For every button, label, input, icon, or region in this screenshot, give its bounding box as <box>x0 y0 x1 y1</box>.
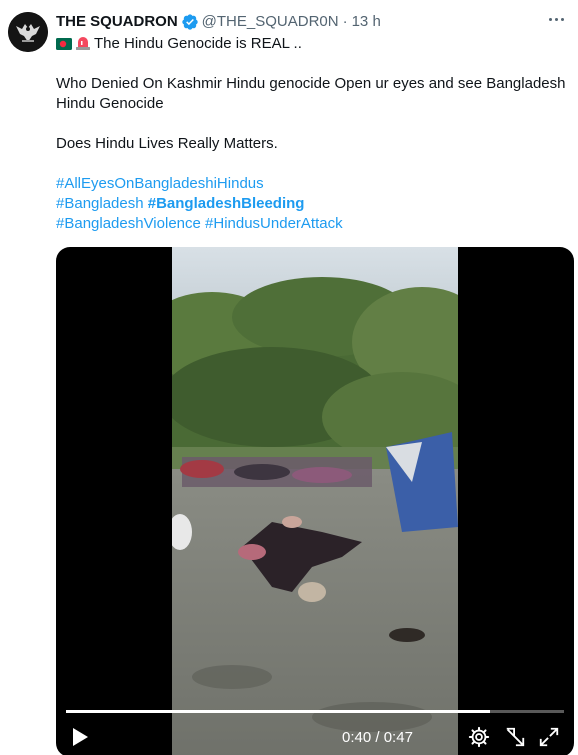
tweet-line-4: Hindu Genocide <box>56 95 164 112</box>
tweet-header: THE SQUADRON @THE_SQUADR0N · 13 h <box>56 12 556 32</box>
tweet-headline: The Hindu Genocide is REAL .. <box>94 35 302 52</box>
hashtag-link-highlighted[interactable]: #BangladeshBleeding <box>148 195 305 212</box>
current-time: 0:40 <box>342 729 372 746</box>
video-still-image <box>172 247 458 755</box>
video-progress-fill <box>66 710 490 713</box>
play-icon[interactable] <box>70 726 90 748</box>
fullscreen-icon[interactable] <box>538 726 560 748</box>
tweet-timestamp[interactable]: 13 h <box>352 12 381 32</box>
bangladesh-flag-icon <box>56 38 72 50</box>
hashtag-row-3: #BangladeshViolence #HindusUnderAttack <box>56 214 572 234</box>
tweet-line-1: The Hindu Genocide is REAL .. <box>56 34 572 54</box>
video-player[interactable]: 0:40 / 0:47 <box>56 247 574 755</box>
tweet-body: The Hindu Genocide is REAL .. Who Denied… <box>56 34 572 234</box>
avatar-eagle-logo <box>8 12 48 52</box>
hashtag-link[interactable]: #Bangladesh <box>56 195 144 212</box>
avatar[interactable] <box>8 12 48 52</box>
author-display-name[interactable]: THE SQUADRON <box>56 12 178 32</box>
tweet-line-6: Does Hindu Lives Really Matters. <box>56 135 278 152</box>
video-controls: 0:40 / 0:47 <box>56 723 574 753</box>
duration: 0:47 <box>383 729 413 746</box>
siren-icon <box>76 37 90 50</box>
author-handle[interactable]: @THE_SQUADR0N <box>202 12 339 32</box>
gear-icon[interactable] <box>468 726 490 748</box>
hashtag-link[interactable]: #BangladeshViolence <box>56 215 201 232</box>
hashtag-row-1: #AllEyesOnBangladeshiHindus <box>56 174 572 194</box>
hashtag-link[interactable]: #AllEyesOnBangladeshiHindus <box>56 175 264 192</box>
verified-badge-icon <box>181 14 198 30</box>
video-frame[interactable] <box>172 247 458 755</box>
time-separator: / <box>375 729 380 746</box>
more-options-icon[interactable] <box>549 18 564 21</box>
tweet-line-3: Who Denied On Kashmir Hindu genocide Ope… <box>56 75 566 92</box>
hashtag-row-2: #Bangladesh #BangladeshBleeding <box>56 194 572 214</box>
hashtag-link[interactable]: #HindusUnderAttack <box>205 215 343 232</box>
collapse-icon[interactable] <box>504 726 526 748</box>
separator-dot: · <box>342 13 348 30</box>
video-time: 0:40 / 0:47 <box>342 729 413 747</box>
video-progress-bar[interactable] <box>66 710 564 713</box>
